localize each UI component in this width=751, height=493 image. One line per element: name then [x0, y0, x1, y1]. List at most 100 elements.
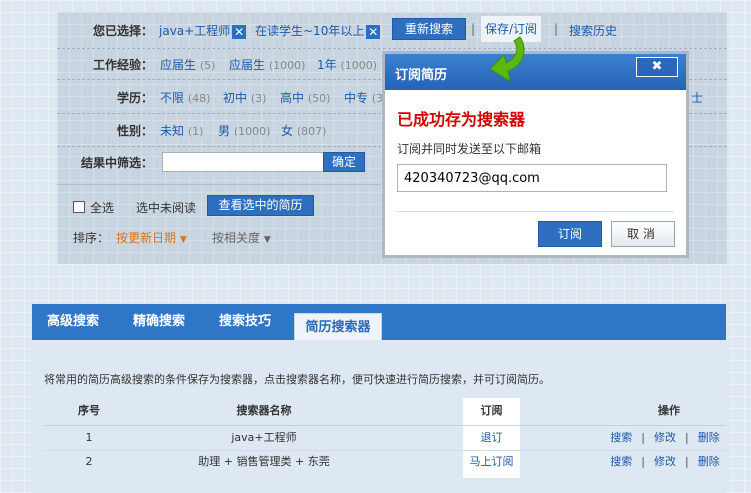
- gender-option-3[interactable]: 女 (807): [281, 122, 326, 139]
- experience-option-2[interactable]: 应届生 (1000): [229, 56, 305, 73]
- view-selected-button[interactable]: 查看选中的简历: [207, 195, 314, 216]
- close-icon[interactable]: ✖: [636, 57, 678, 77]
- education-option-1[interactable]: 不限 (48): [160, 89, 210, 106]
- gender-option-1-name: 未知: [160, 124, 185, 138]
- education-option-partial[interactable]: 士: [691, 89, 703, 106]
- sort-desc-icon: ▼: [263, 235, 271, 245]
- dialog-title: 订阅简历: [395, 68, 448, 83]
- ops-divider: |: [685, 455, 689, 468]
- row-2-name-link[interactable]: 助理 + 销售管理类 + 东莞: [164, 451, 364, 473]
- tab-resume-searcher[interactable]: 简历搜索器: [294, 313, 382, 341]
- pointer-arrow-icon: [489, 36, 525, 83]
- sort-desc-icon: ▼: [179, 235, 187, 245]
- row-1-delete-link[interactable]: 删除: [698, 431, 720, 444]
- research-button[interactable]: 重新搜索: [392, 18, 466, 40]
- experience-option-1-count: (5): [199, 59, 216, 72]
- search-history-link[interactable]: 搜索历史: [569, 22, 617, 39]
- education-option-1-name: 不限: [160, 91, 185, 105]
- col-header-index: 序号: [78, 404, 100, 417]
- selected-chip-2[interactable]: 在读学生~10年以上 ✕: [255, 22, 381, 39]
- gender-label: 性别：: [116, 124, 153, 138]
- confirm-filter-button[interactable]: 确定: [323, 152, 365, 172]
- gender-option-1[interactable]: 未知 (1): [160, 122, 203, 139]
- row-1-edit-link[interactable]: 修改: [654, 431, 676, 444]
- gender-option-2[interactable]: 男 (1000): [218, 122, 270, 139]
- col-header-subscribe: 订阅: [480, 404, 503, 417]
- row-2-edit-link[interactable]: 修改: [654, 455, 676, 468]
- selected-chip-1[interactable]: java+工程师 ✕: [159, 22, 247, 39]
- row-2-index: 2: [85, 455, 93, 468]
- unread-filter-link[interactable]: 选中未阅读: [136, 199, 196, 216]
- remove-chip-1-icon[interactable]: ✕: [232, 24, 247, 39]
- cancel-button[interactable]: 取消: [611, 221, 675, 247]
- col-header-ops: 操作: [658, 404, 680, 417]
- ops-divider: |: [685, 431, 689, 444]
- divider: |: [471, 22, 476, 36]
- success-message: 已成功存为搜索器: [397, 110, 526, 129]
- experience-label: 工作经验：: [92, 58, 153, 72]
- row-2-delete-link[interactable]: 删除: [698, 455, 720, 468]
- education-option-1-count: (48): [187, 92, 211, 105]
- row-1-name-link[interactable]: java+工程师: [164, 427, 364, 449]
- searcher-description: 将常用的简历高级搜索的条件保存为搜索器，点击搜索器名称，便可快速进行简历搜索，并…: [44, 373, 550, 386]
- select-all-label: 全选: [90, 201, 115, 215]
- gender-option-1-count: (1): [187, 125, 204, 138]
- experience-option-3[interactable]: 1年 (1000): [317, 56, 377, 73]
- row-2-subscribe-link[interactable]: 马上订阅: [463, 451, 520, 473]
- tab-search-tips[interactable]: 搜索技巧: [209, 304, 281, 340]
- dialog-divider: [397, 211, 674, 212]
- tab-bar: 高级搜索 精确搜索 搜索技巧 简历搜索器: [32, 304, 726, 341]
- education-option-3[interactable]: 高中 (50): [280, 89, 330, 106]
- row-2-search-link[interactable]: 搜索: [610, 455, 632, 468]
- sort-by-relevance[interactable]: 按相关度 ▼: [212, 229, 271, 246]
- experience-option-2-count: (1000): [268, 59, 306, 72]
- ops-divider: |: [641, 431, 645, 444]
- email-field[interactable]: [397, 164, 667, 192]
- tab-advanced-search[interactable]: 高级搜索: [37, 304, 109, 340]
- sort-label: 排序：: [73, 231, 110, 245]
- education-option-3-count: (50): [307, 92, 331, 105]
- experience-option-3-name: 1年: [317, 58, 337, 72]
- experience-option-1[interactable]: 应届生 (5): [160, 56, 215, 73]
- gender-option-2-count: (1000): [233, 125, 271, 138]
- remove-chip-2-icon[interactable]: ✕: [366, 24, 381, 39]
- result-filter-label: 结果中筛选：: [80, 156, 153, 170]
- education-option-2[interactable]: 初中 (3): [223, 89, 266, 106]
- row-divider: [57, 48, 727, 50]
- education-option-2-name: 初中: [223, 91, 248, 105]
- dialog-header: 订阅简历 ✖: [385, 54, 686, 90]
- education-option-3-name: 高中: [280, 91, 305, 105]
- selected-chip-2-text: 在读学生~10年以上: [255, 24, 365, 38]
- education-label: 学历：: [116, 91, 153, 105]
- save-subscribe-text: 保存/订阅: [485, 22, 538, 36]
- gender-option-2-name: 男: [218, 124, 231, 138]
- searcher-panel: 将常用的简历高级搜索的条件保存为搜索器，点击搜索器名称，便可快速进行简历搜索，并…: [32, 340, 726, 493]
- row-2-ops: 搜索 | 修改 | 删除: [604, 451, 726, 473]
- subscribe-button[interactable]: 订阅: [538, 221, 602, 247]
- divider: |: [554, 22, 559, 36]
- subscribe-dialog: 订阅简历 ✖ 已成功存为搜索器 订阅并同时发送至以下邮箱 订阅 取消: [382, 51, 689, 258]
- tab-precise-search[interactable]: 精确搜索: [123, 304, 195, 340]
- row-1-unsubscribe-link[interactable]: 退订: [463, 427, 520, 449]
- result-filter-input[interactable]: [162, 152, 330, 172]
- col-header-name: 搜索器名称: [236, 404, 292, 417]
- selected-label: 您已选择：: [92, 24, 153, 38]
- sort-by-date-text: 按更新日期: [116, 231, 177, 245]
- sort-by-date[interactable]: 按更新日期 ▼: [116, 229, 187, 246]
- experience-option-2-name: 应届生: [229, 58, 266, 72]
- row-2-name: 助理 + 销售管理类 + 东莞: [198, 455, 330, 468]
- gender-option-3-name: 女: [281, 124, 294, 138]
- ops-divider: |: [641, 455, 645, 468]
- sort-by-relevance-text: 按相关度: [212, 231, 261, 245]
- education-option-2-count: (3): [250, 92, 267, 105]
- experience-option-1-name: 应届生: [160, 58, 197, 72]
- row-divider: [57, 184, 381, 185]
- row-1-ops: 搜索 | 修改 | 删除: [604, 427, 726, 449]
- table-divider: [44, 425, 726, 426]
- row-1-name: java+工程师: [231, 431, 297, 444]
- subscribe-hint: 订阅并同时发送至以下邮箱: [397, 142, 542, 156]
- row-1-search-link[interactable]: 搜索: [610, 431, 632, 444]
- experience-option-3-count: (1000): [340, 59, 378, 72]
- education-option-4-name: 中专: [344, 91, 369, 105]
- select-all-checkbox[interactable]: [73, 201, 85, 213]
